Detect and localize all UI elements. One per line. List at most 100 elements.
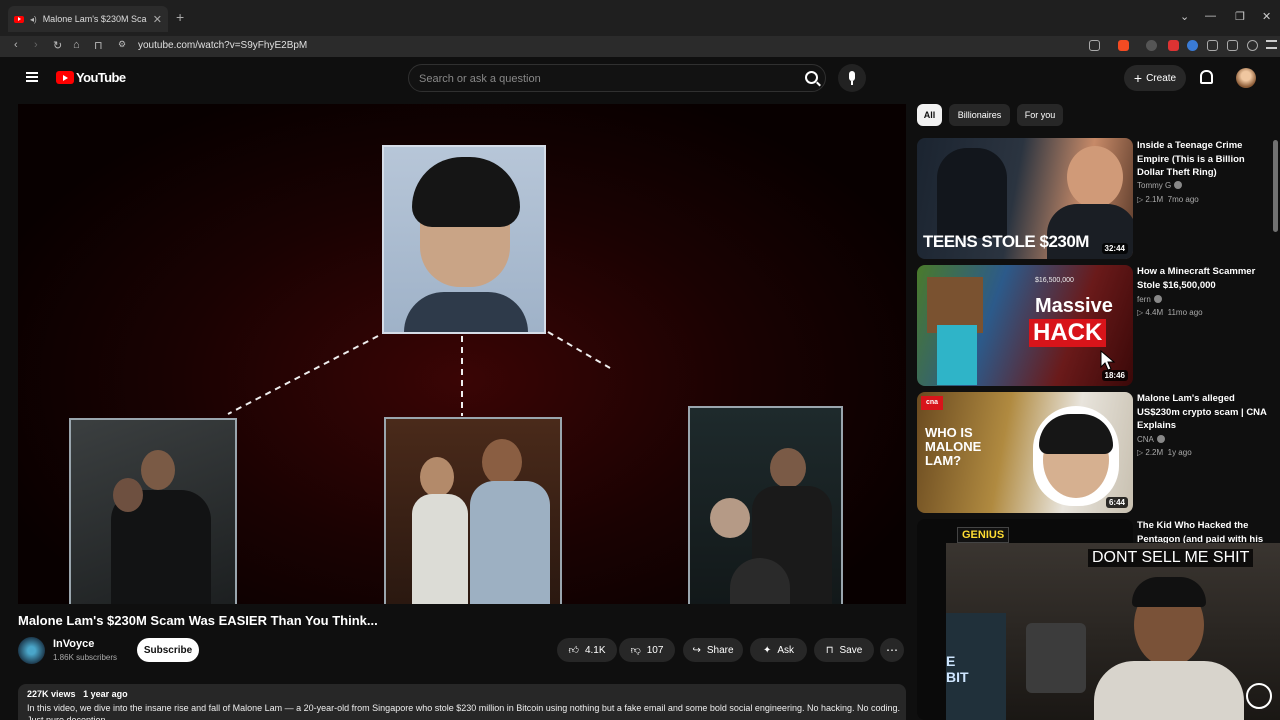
subscribe-button[interactable]: Subscribe	[137, 638, 199, 662]
search-box[interactable]: Search or ask a question	[408, 64, 826, 92]
youtube-logo-text[interactable]: YouTube	[76, 70, 126, 85]
video-player[interactable]	[18, 104, 906, 604]
brave-shield-icon[interactable]	[1118, 40, 1129, 51]
restore-icon[interactable]: ❐	[1235, 10, 1245, 23]
share-button[interactable]: ↪ Share	[683, 638, 743, 662]
mugshot-photo	[382, 145, 546, 334]
recommended-channel[interactable]: Tommy G	[1137, 181, 1183, 190]
verified-icon	[1153, 295, 1162, 303]
video-duration: 32:44	[1101, 243, 1128, 254]
chip-for-you[interactable]: For you	[1017, 104, 1063, 126]
close-window-icon[interactable]: ✕	[1262, 10, 1271, 23]
description-meta: 227K views 1 year ago	[27, 689, 128, 699]
search-input[interactable]: Search or ask a question	[419, 73, 541, 85]
upload-age: 1 year ago	[83, 689, 128, 699]
channel-name[interactable]: InVoyce	[53, 638, 94, 650]
plus-icon: +	[1133, 70, 1143, 86]
recommended-stats: ▷ 2.1M 7mo ago	[1137, 195, 1199, 204]
like-button[interactable]: 👍︎ 4.1K	[557, 638, 617, 662]
upload-age: 7mo ago	[1167, 195, 1199, 204]
notifications-bell-icon[interactable]	[1200, 70, 1213, 84]
thumbnail-amount: $16,500,000	[1035, 277, 1074, 284]
hamburger-menu-icon[interactable]	[26, 72, 38, 82]
thumbs-up-icon: 👍︎	[568, 645, 579, 656]
tab-list-icon[interactable]: ⌄	[1180, 10, 1189, 23]
browser-tab-bar: ◂) Malone Lam's $230M Scam W ✕ + ⌄ — ❐ ✕	[0, 0, 1280, 36]
recommended-title[interactable]: Malone Lam's alleged US$230m crypto scam…	[1137, 392, 1269, 433]
voice-search-icon[interactable]	[838, 64, 866, 92]
bookmark-save-icon: ⊓	[825, 644, 834, 656]
chip-all[interactable]: All	[917, 104, 942, 126]
reload-icon[interactable]: ↻	[53, 39, 62, 52]
recommended-title[interactable]: Inside a Teenage Crime Empire (This is a…	[1137, 139, 1269, 180]
view-count: 227K views	[27, 689, 76, 699]
share-label: Share	[706, 644, 734, 656]
channel-label: Tommy G	[1137, 181, 1172, 190]
recommended-title[interactable]: The Kid Who Hacked the Pentagon (and pai…	[1137, 519, 1269, 546]
channel-label: fern	[1137, 295, 1151, 304]
bookmark-icon[interactable]: ⊓	[94, 39, 103, 52]
ask-button[interactable]: ✦ Ask	[750, 638, 807, 662]
extension-icon[interactable]	[1187, 40, 1198, 51]
browser-address-bar: ‹ › ↻ ⌂ ⊓ ⚙ youtube.com/watch?v=S9yFhyE2…	[0, 36, 1280, 57]
extension-icon[interactable]	[1168, 40, 1179, 51]
channel-label: CNA	[1137, 435, 1154, 444]
account-avatar[interactable]	[1236, 68, 1256, 88]
new-tab-icon[interactable]: +	[176, 9, 184, 25]
stream-caption: DONT SELL ME SHIT	[1088, 549, 1254, 567]
recommended-title[interactable]: How a Minecraft Scammer Stole $16,500,00…	[1137, 265, 1269, 292]
thumbnail-caption: Massive	[1035, 295, 1113, 317]
webcam-overlay: E BIT	[946, 543, 1280, 720]
save-button[interactable]: ⊓ Save	[814, 638, 874, 662]
menu-icon[interactable]	[1266, 40, 1277, 49]
photo-right	[688, 406, 843, 604]
youtube-logo-icon[interactable]	[56, 71, 74, 84]
description-text: In this video, we dive into the insane r…	[27, 703, 901, 720]
puzzle-icon[interactable]	[1207, 40, 1218, 51]
upload-age: 1y ago	[1167, 448, 1192, 457]
thumbnail-caption-2: HACK	[1029, 319, 1107, 347]
wallet-icon[interactable]	[1247, 40, 1258, 51]
browser-tab[interactable]: ◂) Malone Lam's $230M Scam W ✕	[8, 6, 168, 32]
recommended-channel[interactable]: fern	[1137, 295, 1162, 304]
create-button[interactable]: + Create	[1124, 65, 1186, 91]
photo-left	[69, 418, 237, 604]
speaker-icon[interactable]: ◂)	[30, 15, 37, 24]
recommended-stats: ▷ 4.4M 11mo ago	[1137, 308, 1203, 317]
cast-icon[interactable]	[1089, 40, 1100, 51]
forward-icon[interactable]: ›	[34, 39, 38, 51]
url-field[interactable]: youtube.com/watch?v=S9yFhyE2BpM	[138, 40, 307, 51]
extension-icon[interactable]	[1146, 40, 1157, 51]
music-icon[interactable]	[1227, 40, 1238, 51]
save-label: Save	[839, 644, 863, 656]
recommended-stats: ▷ 2.2M 1y ago	[1137, 448, 1192, 457]
more-actions-icon[interactable]: ⋯	[880, 638, 904, 662]
view-count: 4.4M	[1145, 308, 1164, 317]
like-count: 4.1K	[584, 644, 606, 656]
home-icon[interactable]: ⌂	[73, 39, 80, 51]
dislike-button[interactable]: 👎︎ 107	[619, 638, 675, 662]
dislike-count: 107	[646, 644, 664, 656]
channel-avatar[interactable]	[18, 637, 45, 664]
recommended-channel[interactable]: CNA	[1137, 435, 1165, 444]
video-title: Malone Lam's $230M Scam Was EASIER Than …	[18, 613, 378, 628]
cna-logo: cna	[921, 396, 943, 410]
site-info-icon[interactable]: ⚙	[118, 39, 126, 50]
photo-middle	[384, 417, 562, 604]
upload-age: 11mo ago	[1167, 308, 1203, 317]
search-icon[interactable]	[805, 71, 818, 84]
subscriber-count: 1.86K subscribers	[53, 653, 118, 662]
thumbnail-caption: WHO IS MALONE LAM?	[925, 425, 982, 468]
video-duration: 6:44	[1105, 497, 1128, 508]
view-count: 2.1M	[1145, 195, 1164, 204]
description-box[interactable]: 227K views 1 year ago In this video, we …	[18, 684, 906, 720]
minimize-icon[interactable]: —	[1205, 10, 1216, 22]
back-icon[interactable]: ‹	[14, 39, 18, 51]
view-count: 2.2M	[1145, 448, 1164, 457]
sidebar-scrollbar[interactable]	[1273, 140, 1278, 232]
chip-billionaires[interactable]: Billionaires	[949, 104, 1010, 126]
tab-close-icon[interactable]: ✕	[153, 13, 162, 26]
recommended-thumbnail[interactable]: TEENS STOLE $230M 32:44	[917, 138, 1133, 259]
sparkle-icon: ✦	[762, 644, 772, 656]
recommended-thumbnail[interactable]: cna WHO IS MALONE LAM? 6:44	[917, 392, 1133, 513]
